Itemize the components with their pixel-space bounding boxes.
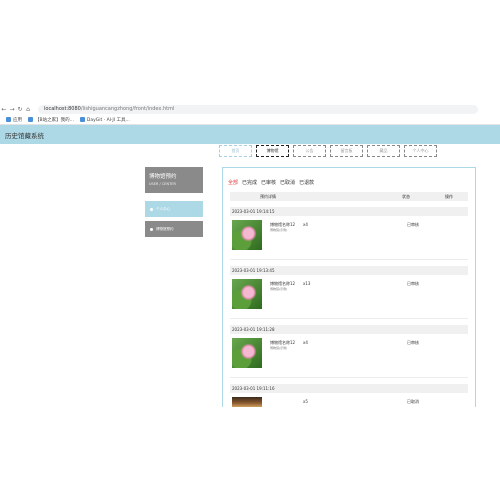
status-tabs: 全部 已完成 已审核 已取消 已退款	[223, 168, 475, 186]
order-date: 2023-03-01 19:11:16	[230, 384, 468, 393]
back-icon[interactable]: ←	[0, 106, 8, 113]
table-header: 预约详情 状态 操作	[230, 192, 468, 201]
nav-item-notice[interactable]: 公告	[293, 145, 326, 157]
order-status: 已审核	[407, 222, 419, 227]
sidebar-item-reservation[interactable]: 博物馆预约	[145, 221, 203, 237]
bullet-icon	[150, 207, 153, 211]
url-path: /lishiguancangzhong/front/index.html	[80, 106, 175, 112]
sidebar: 博物馆预约 USER / CENTER 个人中心 博物馆预约	[145, 167, 203, 237]
sidebar-subtitle: USER / CENTER	[149, 182, 176, 186]
bookmarks-bar: 应用 【B站之家】我的... DayGit · AI·JI 工具...	[0, 115, 500, 125]
browser-toolbar: ← → ↻ ⌂ localhost:8080/lishiguancangzhon…	[0, 103, 500, 115]
apps-icon	[6, 117, 11, 122]
bookmark-apps[interactable]: 应用	[6, 117, 22, 123]
item-quantity: x4	[303, 222, 308, 227]
folder-icon	[79, 117, 85, 122]
app-title: 历史馆藏系统	[5, 131, 44, 140]
tab-all[interactable]: 全部	[228, 179, 238, 186]
column-action: 操作	[445, 194, 453, 199]
order-card: 2023-03-01 19:13:45 博物馆名称12 博物馆(示例) x13 …	[230, 266, 468, 319]
url-host: localhost:8080	[44, 106, 81, 112]
item-subtitle: 博物馆(示例)	[270, 228, 288, 232]
forward-icon[interactable]: →	[8, 106, 16, 113]
bookmark-item[interactable]: DayGit · AI·JI 工具...	[79, 117, 130, 123]
bullet-icon	[150, 227, 153, 231]
order-date: 2023-03-01 19:11:28	[230, 325, 468, 334]
sidebar-title: 博物馆预约	[149, 174, 177, 180]
column-status: 状态	[402, 194, 410, 199]
top-navigation: 首页 博物馆 公告 留言板 藏品 个人中心	[219, 145, 441, 157]
bookmark-label: DayGit · AI·JI 工具...	[86, 117, 130, 123]
item-quantity: x4	[303, 340, 308, 345]
order-status: 已取消	[407, 399, 419, 404]
bookmark-item[interactable]: 【B站之家】我的...	[28, 117, 74, 123]
sidebar-item-label: 博物馆预约	[156, 226, 174, 231]
order-body: x5 已取消	[230, 393, 468, 407]
order-date: 2023-03-01 19:13:45	[230, 266, 468, 275]
sidebar-item-profile[interactable]: 个人中心	[145, 201, 203, 217]
item-subtitle: 博物馆(示例)	[270, 287, 288, 291]
item-subtitle: 博物馆(示例)	[270, 346, 288, 350]
order-status: 已审核	[407, 340, 419, 345]
nav-item-messages[interactable]: 留言板	[330, 145, 363, 157]
sidebar-item-label: 个人中心	[156, 206, 170, 211]
sidebar-header: 博物馆预约 USER / CENTER	[145, 167, 203, 193]
home-icon[interactable]: ⌂	[24, 106, 32, 113]
tab-refunded[interactable]: 已退款	[299, 179, 314, 186]
item-quantity: x13	[303, 281, 311, 286]
lotus-image[interactable]	[232, 338, 262, 368]
order-body: 博物馆名称12 博物馆(示例) x4 已审核	[230, 334, 468, 378]
order-card: 2023-03-01 19:14:15 博物馆名称12 博物馆(示例) x4 已…	[230, 207, 468, 260]
item-quantity: x5	[303, 399, 308, 404]
lotus-image[interactable]	[232, 220, 262, 250]
tab-cancelled[interactable]: 已取消	[280, 179, 295, 186]
tab-approved[interactable]: 已审核	[261, 179, 276, 186]
nav-item-home[interactable]: 首页	[219, 145, 252, 157]
order-body: 博物馆名称12 博物馆(示例) x4 已审核	[230, 216, 468, 260]
app-header: 历史馆藏系统	[0, 125, 500, 144]
order-status: 已审核	[407, 281, 419, 286]
address-bar[interactable]: localhost:8080/lishiguancangzhong/front/…	[38, 104, 478, 114]
folder-icon	[28, 117, 33, 122]
reservation-panel: 全部 已完成 已审核 已取消 已退款 预约详情 状态 操作 2023-03-01…	[222, 167, 476, 407]
order-card: 2023-03-01 19:11:16 x5 已取消	[230, 384, 468, 407]
tab-completed[interactable]: 已完成	[242, 179, 257, 186]
bookmark-label: 【B站之家】我的...	[35, 117, 74, 123]
order-date: 2023-03-01 19:14:15	[230, 207, 468, 216]
museum-image[interactable]	[232, 397, 262, 407]
nav-item-museum[interactable]: 博物馆	[256, 145, 289, 157]
reload-icon[interactable]: ↻	[16, 106, 24, 113]
column-details: 预约详情	[260, 194, 276, 199]
order-body: 博物馆名称12 博物馆(示例) x13 已审核	[230, 275, 468, 319]
nav-item-collection[interactable]: 藏品	[367, 145, 400, 157]
lotus-image[interactable]	[232, 279, 262, 309]
nav-item-profile[interactable]: 个人中心	[404, 145, 437, 157]
order-card: 2023-03-01 19:11:28 博物馆名称12 博物馆(示例) x4 已…	[230, 325, 468, 378]
bookmark-label: 应用	[13, 117, 22, 123]
